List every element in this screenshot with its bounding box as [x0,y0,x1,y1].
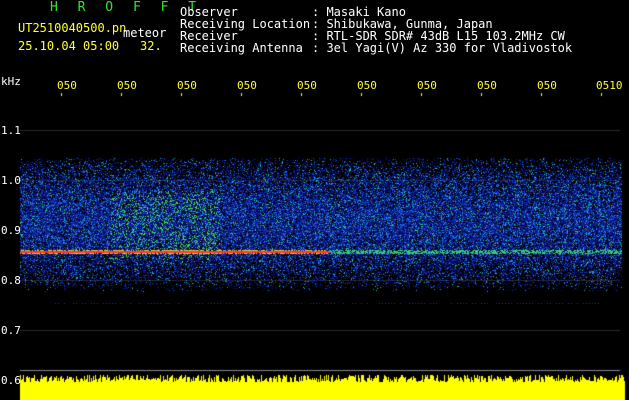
freq-tick-label: 0.6 [1,374,21,387]
info-label-antenna: Receiving Antenna [180,41,303,55]
freq-tick-label: 0.8 [1,274,21,287]
freq-tick-label: 1.0 [1,174,21,187]
time-tick-label: 050 [297,79,317,92]
spectrogram-canvas [0,0,629,400]
spectrogram-window: H R O F F T UT2510040500.pn meteor 25.10… [0,0,629,400]
freq-tick-label: 0.9 [1,224,21,237]
time-tick-label: 0510 [596,79,623,92]
time-tick-label: 050 [417,79,437,92]
echo-count: 32. [140,39,162,53]
time-tick-label: 050 [237,79,257,92]
time-tick-label: 050 [357,79,377,92]
time-tick-label: 050 [117,79,137,92]
freq-tick-label: 0.7 [1,324,21,337]
time-tick-label: 050 [177,79,197,92]
freq-tick-label: 1.1 [1,124,21,137]
time-tick-label: 050 [57,79,77,92]
file-datetime: 25.10.04 05:00 [18,39,120,53]
detection-tag: meteor [123,26,167,40]
time-tick-label: 050 [537,79,557,92]
info-value-antenna: : 3el Yagi(V) Az 330 for Vladivostok [312,41,573,55]
frequency-unit-label: kHz [1,75,21,88]
time-tick-label: 050 [477,79,497,92]
file-name: UT2510040500.pn [18,21,127,35]
